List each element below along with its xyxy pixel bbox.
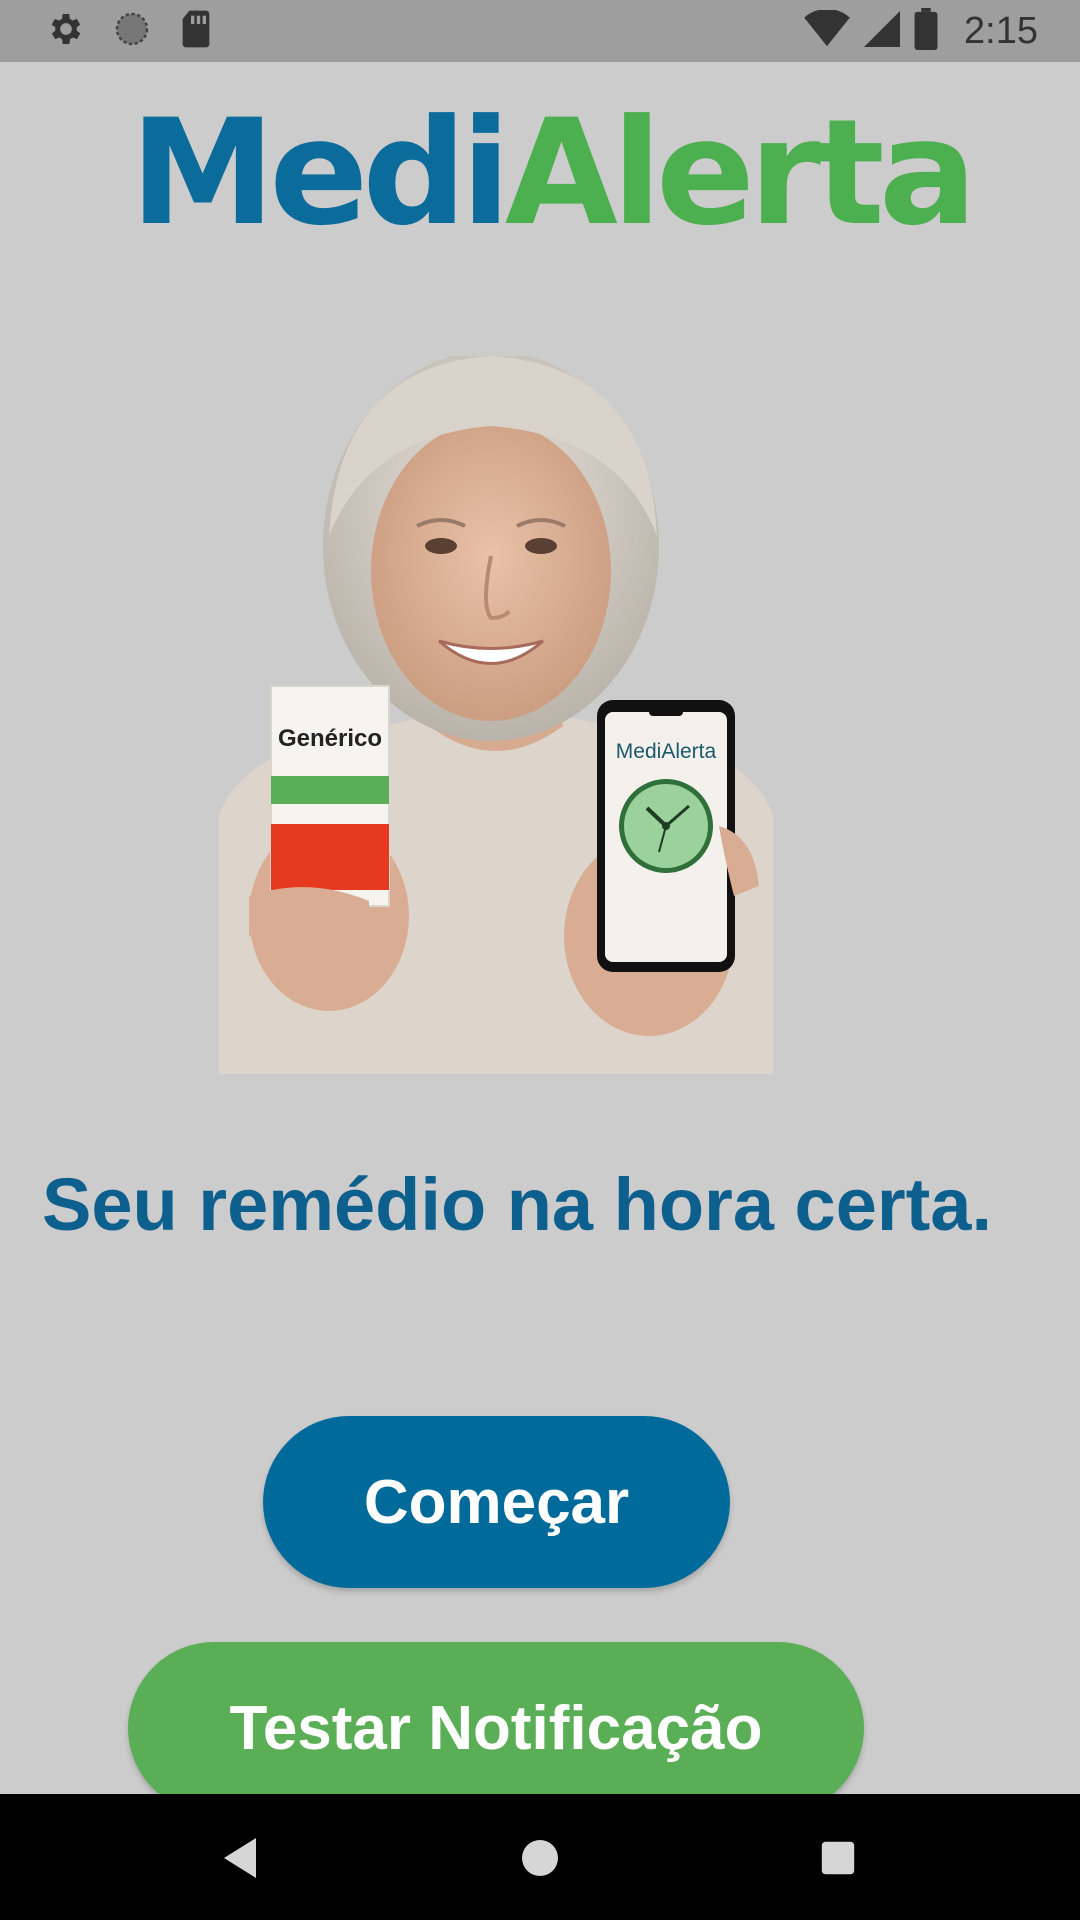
wifi-icon [804, 8, 850, 53]
hero-image: Genérico MediAlerta [219, 356, 773, 1074]
home-icon[interactable] [508, 1826, 572, 1890]
circle-sync-icon [112, 9, 152, 54]
hero-illustration: Genérico MediAlerta [219, 356, 773, 1074]
signal-icon [864, 10, 901, 53]
app-logo: MediAlerta [130, 100, 977, 246]
start-button-label: Começar [363, 1467, 630, 1537]
status-bar: 2:15 [0, 0, 1080, 62]
test-notification-button[interactable]: Testar Notificação [128, 1642, 864, 1814]
sd-card-icon [178, 9, 214, 54]
box-label: Genérico [278, 725, 382, 752]
gear-icon [46, 9, 86, 54]
recents-icon[interactable] [806, 1826, 870, 1890]
test-notification-button-label: Testar Notificação [229, 1693, 763, 1763]
phone-app-name: MediAlerta [616, 740, 717, 763]
status-left-icons [46, 10, 214, 52]
logo-text-alerta: Alerta [504, 88, 977, 258]
battery-icon [914, 7, 938, 55]
status-time: 2:15 [964, 9, 1038, 52]
start-button[interactable]: Começar [263, 1416, 730, 1588]
back-icon[interactable] [208, 1826, 272, 1890]
phone-illustration: MediAlerta [597, 700, 735, 972]
screen: 2:15 MediAlerta Genérico MediAlerta Seu … [0, 0, 1080, 1920]
logo-text-medi: Medi [130, 88, 511, 258]
navigation-bar [0, 1794, 1080, 1920]
status-right-icons: 2:15 [804, 7, 1038, 55]
tagline: Seu remédio na hora certa. [42, 1163, 993, 1246]
medicine-box: Genérico [270, 685, 390, 907]
